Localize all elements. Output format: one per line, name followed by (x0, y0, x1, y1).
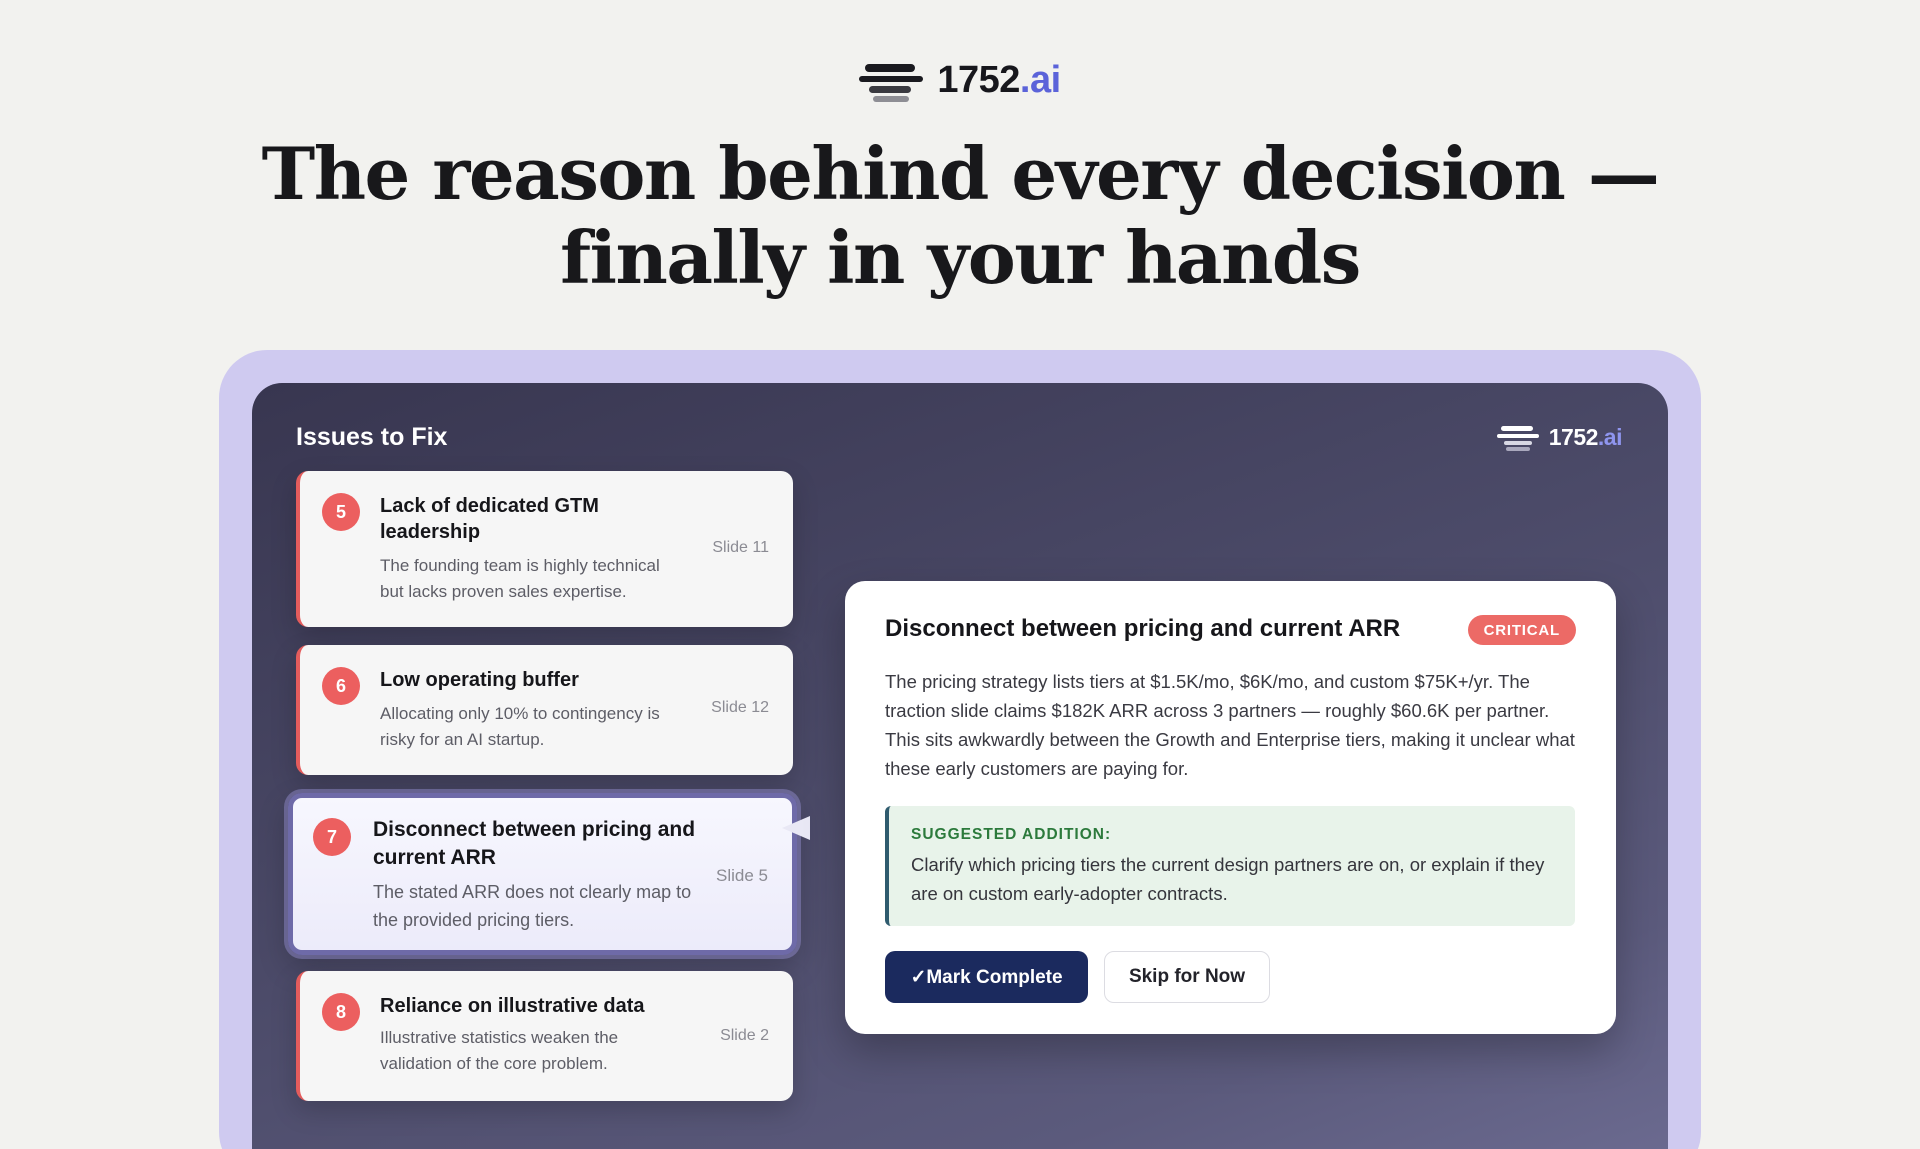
mark-complete-button[interactable]: ✓Mark Complete (885, 951, 1088, 1003)
issue-title: Lack of dedicated GTM leadership (380, 495, 599, 543)
suggested-addition-box: SUGGESTED ADDITION: Clarify which pricin… (885, 806, 1575, 926)
issue-number-badge: 8 (322, 993, 360, 1031)
selection-pointer-icon (782, 816, 810, 840)
logo-icon (1496, 423, 1539, 451)
issue-number-badge: 5 (322, 493, 360, 531)
issue-description: Allocating only 10% to contingency is ri… (380, 704, 660, 749)
issue-card[interactable]: 5 Lack of dedicated GTM leadership The f… (296, 471, 793, 627)
detail-title: Disconnect between pricing and current A… (885, 615, 1401, 642)
panel-brand: 1752.ai (1496, 423, 1623, 451)
issue-card-selected[interactable]: 7 Disconnect between pricing and current… (288, 793, 797, 955)
issue-description: The founding team is highly technical bu… (380, 556, 660, 601)
headline-line-2: finally in your hands (560, 215, 1361, 300)
logo-icon (859, 58, 924, 102)
issue-title: Low operating buffer (380, 669, 579, 691)
skip-for-now-button[interactable]: Skip for Now (1104, 951, 1270, 1003)
suggestion-label: SUGGESTED ADDITION: (911, 826, 1112, 843)
issue-detail-panel: Disconnect between pricing and current A… (845, 581, 1616, 1034)
brand-header[interactable]: 1752.ai (0, 58, 1920, 102)
issues-panel-title: Issues to Fix (296, 423, 448, 451)
issue-card[interactable]: 6 Low operating buffer Allocating only 1… (296, 645, 793, 775)
issue-number-badge: 6 (322, 667, 360, 705)
issue-slide-ref: Slide 11 (712, 539, 769, 556)
brand-wordmark: 1752.ai (1548, 423, 1623, 450)
suggestion-text: Clarify which pricing tiers the current … (911, 854, 1545, 904)
issue-card[interactable]: 8 Reliance on illustrative data Illustra… (296, 971, 793, 1101)
hero-headline: The reason behind every decision — final… (0, 132, 1920, 300)
issue-number-badge: 7 (313, 818, 351, 856)
detail-description: The pricing strategy lists tiers at $1.5… (885, 671, 1575, 779)
severity-badge: CRITICAL (1467, 615, 1576, 645)
issue-slide-ref: Slide 5 (716, 866, 768, 885)
landing-page: 1752.ai The reason behind every decision… (0, 0, 1920, 1149)
issue-title: Disconnect between pricing and current A… (373, 818, 696, 869)
issue-description: The stated ARR does not clearly map to t… (373, 882, 692, 930)
app-panel: Issues to Fix 1752.ai 5 Lack of dedicate… (252, 383, 1668, 1149)
headline-line-1: The reason behind every decision — (261, 131, 1660, 216)
issue-slide-ref: Slide 12 (711, 699, 769, 716)
issue-title: Reliance on illustrative data (380, 995, 645, 1017)
issue-slide-ref: Slide 2 (720, 1027, 769, 1044)
brand-wordmark: 1752.ai (937, 58, 1061, 101)
issue-description: Illustrative statistics weaken the valid… (380, 1028, 619, 1073)
